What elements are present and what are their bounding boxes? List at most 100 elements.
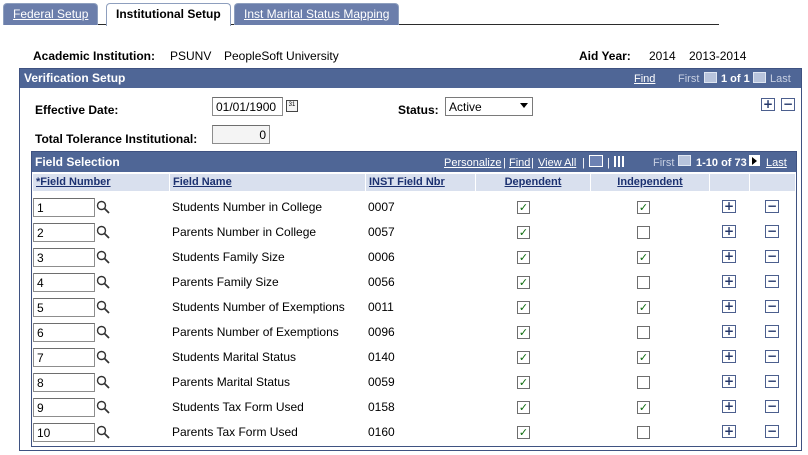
add-row-icon[interactable]: + — [761, 98, 775, 111]
field-number-input[interactable]: 1 — [33, 198, 95, 217]
delete-row-icon[interactable]: − — [765, 375, 779, 388]
independent-checkbox[interactable]: ✓ — [637, 301, 650, 314]
add-row-icon[interactable]: + — [722, 225, 736, 238]
dependent-checkbox[interactable]: ✓ — [517, 426, 530, 439]
field-selection-title: Field Selection — [35, 155, 120, 169]
new-window-icon[interactable] — [589, 155, 603, 167]
inst-field-nbr: 0059 — [368, 375, 395, 389]
field-name: Parents Number of Exemptions — [172, 325, 339, 339]
field-name: Parents Number in College — [172, 225, 317, 239]
search-icon[interactable] — [96, 225, 110, 239]
calendar-icon[interactable]: 31 — [286, 100, 298, 112]
inst-field-nbr: 0057 — [368, 225, 395, 239]
col-independent[interactable]: Independent — [591, 174, 710, 191]
search-icon[interactable] — [96, 350, 110, 364]
add-row-icon[interactable]: + — [722, 350, 736, 363]
grid-last-link[interactable]: Last — [766, 157, 787, 169]
search-icon[interactable] — [96, 375, 110, 389]
verification-find-link[interactable]: Find — [634, 73, 655, 85]
inst-field-nbr: 0011 — [368, 300, 394, 314]
col-inst-field-nbr[interactable]: INST Field Nbr — [366, 174, 476, 191]
field-selection-header: Field Selection Personalize | Find | Vie… — [32, 152, 796, 172]
table-row: 1 Students Number in College 0007 ✓ ✓ + − — [32, 195, 796, 220]
delete-row-icon[interactable]: − — [765, 225, 779, 238]
col-field-number[interactable]: *Field Number — [33, 174, 170, 191]
independent-checkbox[interactable] — [637, 376, 650, 389]
delete-row-icon[interactable]: − — [765, 250, 779, 263]
search-icon[interactable] — [96, 200, 110, 214]
independent-checkbox[interactable]: ✓ — [637, 251, 650, 264]
field-number-input[interactable]: 7 — [33, 348, 95, 367]
add-row-icon[interactable]: + — [722, 425, 736, 438]
tab-institutional-setup[interactable]: Institutional Setup — [106, 3, 231, 26]
personalize-link[interactable]: Personalize — [444, 157, 501, 169]
col-dependent[interactable]: Dependent — [476, 174, 591, 191]
independent-checkbox[interactable] — [637, 276, 650, 289]
delete-row-icon[interactable]: − — [765, 350, 779, 363]
field-selection-grid: Field Selection Personalize | Find | Vie… — [31, 151, 797, 447]
add-row-icon[interactable]: + — [722, 300, 736, 313]
independent-checkbox[interactable]: ✓ — [637, 201, 650, 214]
grid-next-icon[interactable] — [749, 155, 760, 166]
dependent-checkbox[interactable]: ✓ — [517, 326, 530, 339]
add-row-icon[interactable]: + — [722, 275, 736, 288]
add-row-icon[interactable]: + — [722, 375, 736, 388]
field-number-input[interactable]: 4 — [33, 273, 95, 292]
independent-checkbox[interactable] — [637, 426, 650, 439]
field-number-input[interactable]: 2 — [33, 223, 95, 242]
dependent-checkbox[interactable]: ✓ — [517, 226, 530, 239]
delete-row-icon[interactable]: − — [765, 200, 779, 213]
independent-checkbox[interactable]: ✓ — [637, 351, 650, 364]
independent-checkbox[interactable] — [637, 326, 650, 339]
independent-checkbox[interactable] — [637, 226, 650, 239]
dependent-checkbox[interactable]: ✓ — [517, 201, 530, 214]
tab-federal-setup[interactable]: Federal Setup — [3, 3, 99, 25]
field-number-input[interactable]: 6 — [33, 323, 95, 342]
dependent-checkbox[interactable]: ✓ — [517, 301, 530, 314]
delete-row-icon[interactable]: − — [765, 275, 779, 288]
inst-field-nbr: 0007 — [368, 200, 395, 214]
dependent-checkbox[interactable]: ✓ — [517, 401, 530, 414]
delete-row-icon[interactable]: − — [781, 98, 795, 111]
field-number-input[interactable]: 10 — [33, 423, 95, 442]
field-number-input[interactable]: 5 — [33, 298, 95, 317]
col-field-name[interactable]: Field Name — [170, 174, 366, 191]
grid-find-link[interactable]: Find — [509, 157, 530, 169]
previous-icon[interactable] — [704, 72, 717, 83]
dependent-checkbox[interactable]: ✓ — [517, 351, 530, 364]
view-all-link[interactable]: View All — [538, 157, 576, 169]
add-row-icon[interactable]: + — [722, 250, 736, 263]
grid-previous-icon[interactable] — [678, 155, 691, 166]
add-row-icon[interactable]: + — [722, 200, 736, 213]
dependent-checkbox[interactable]: ✓ — [517, 376, 530, 389]
dependent-checkbox[interactable]: ✓ — [517, 251, 530, 264]
search-icon[interactable] — [96, 400, 110, 414]
delete-row-icon[interactable]: − — [765, 425, 779, 438]
verification-setup-header: Verification Setup Find First 1 of 1 Las… — [20, 69, 801, 88]
field-number-input[interactable]: 3 — [33, 248, 95, 267]
dependent-checkbox[interactable]: ✓ — [517, 276, 530, 289]
download-grid-icon[interactable] — [614, 156, 626, 167]
search-icon[interactable] — [96, 300, 110, 314]
verification-first-label: First — [678, 73, 700, 85]
delete-row-icon[interactable]: − — [765, 300, 779, 313]
independent-checkbox[interactable]: ✓ — [637, 401, 650, 414]
field-name: Students Number of Exemptions — [172, 300, 345, 314]
search-icon[interactable] — [96, 275, 110, 289]
add-row-icon[interactable]: + — [722, 325, 736, 338]
next-icon[interactable] — [753, 72, 766, 83]
search-icon[interactable] — [96, 250, 110, 264]
field-number-input[interactable]: 9 — [33, 398, 95, 417]
tab-inst-marital-status-mapping[interactable]: Inst Marital Status Mapping — [234, 3, 400, 25]
table-row: 7 Students Marital Status 0140 ✓ ✓ + − — [32, 345, 796, 370]
search-icon[interactable] — [96, 425, 110, 439]
delete-row-icon[interactable]: − — [765, 400, 779, 413]
field-number-input[interactable]: 8 — [33, 373, 95, 392]
search-icon[interactable] — [96, 325, 110, 339]
delete-row-icon[interactable]: − — [765, 325, 779, 338]
add-row-icon[interactable]: + — [722, 400, 736, 413]
verification-last-label: Last — [770, 73, 791, 85]
separator: | — [582, 157, 585, 169]
status-select[interactable]: Active — [445, 97, 533, 116]
effective-date-input[interactable]: 01/01/1900 — [212, 97, 283, 116]
